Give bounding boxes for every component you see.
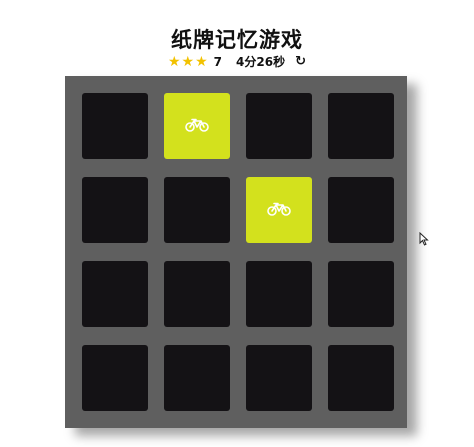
card[interactable] bbox=[82, 177, 148, 243]
card[interactable] bbox=[328, 261, 394, 327]
card[interactable] bbox=[246, 345, 312, 411]
card[interactable] bbox=[82, 93, 148, 159]
card[interactable] bbox=[164, 261, 230, 327]
card-deck bbox=[65, 76, 407, 428]
star-rating: ★ ★ ★ bbox=[168, 55, 208, 69]
star-icon: ★ bbox=[195, 53, 208, 70]
card[interactable] bbox=[164, 345, 230, 411]
card[interactable] bbox=[246, 93, 312, 159]
score-panel: ★ ★ ★ 7 4分26秒 ↻ bbox=[0, 53, 474, 70]
card[interactable] bbox=[82, 345, 148, 411]
bicycle-icon bbox=[267, 201, 291, 220]
bicycle-icon bbox=[185, 117, 209, 136]
card[interactable] bbox=[82, 261, 148, 327]
star-icon: ★ bbox=[167, 53, 181, 70]
moves-count: 7 bbox=[213, 54, 223, 69]
card[interactable] bbox=[328, 93, 394, 159]
timer: 4分26秒 bbox=[236, 55, 286, 69]
game-title: 纸牌记忆游戏 bbox=[171, 27, 303, 53]
card[interactable] bbox=[246, 177, 312, 243]
card[interactable] bbox=[164, 177, 230, 243]
card[interactable] bbox=[328, 345, 394, 411]
mouse-cursor-icon bbox=[419, 232, 429, 246]
card[interactable] bbox=[246, 261, 312, 327]
restart-icon[interactable]: ↻ bbox=[295, 54, 306, 69]
star-icon: ★ bbox=[181, 53, 195, 70]
card[interactable] bbox=[164, 93, 230, 159]
card[interactable] bbox=[328, 177, 394, 243]
